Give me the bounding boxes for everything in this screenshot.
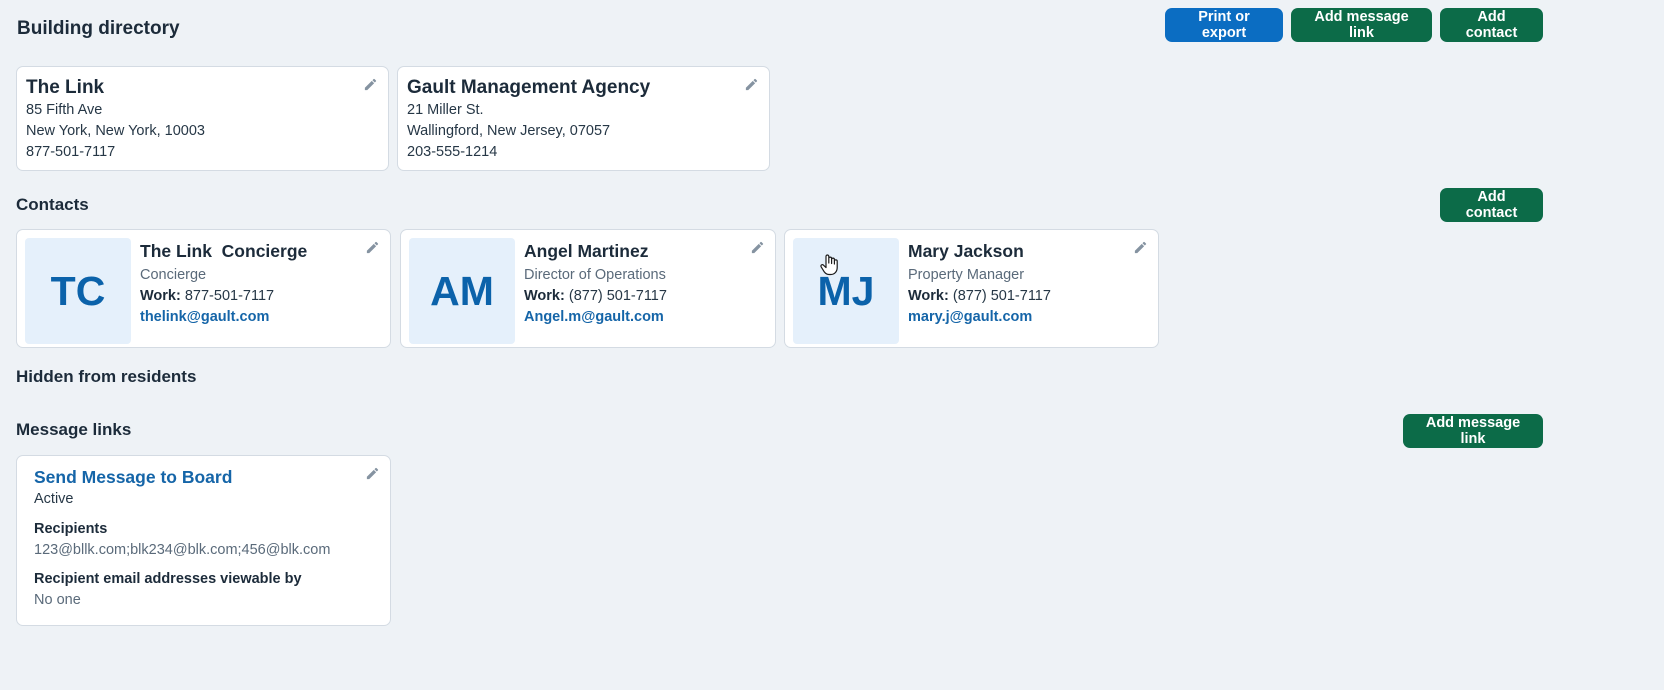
- viewable-by-label: Recipient email addresses viewable by: [34, 571, 302, 587]
- work-label: Work:: [524, 288, 565, 304]
- avatar: AM: [409, 238, 515, 344]
- contact-email-link[interactable]: thelink@gault.com: [140, 309, 269, 325]
- avatar: TC: [25, 238, 131, 344]
- pencil-icon[interactable]: [750, 240, 765, 255]
- message-links-section-title: Message links: [16, 420, 132, 439]
- organization-city-state-zip: Wallingford, New Jersey, 07057: [407, 123, 611, 139]
- add-message-link-button[interactable]: Add message link: [1291, 8, 1432, 42]
- contact-card: MJ Mary Jackson Property Manager Work: (…: [784, 229, 1159, 348]
- contact-card: TC The Link Concierge Concierge Work: 87…: [16, 229, 391, 348]
- add-contact-button[interactable]: Add contact: [1440, 8, 1543, 42]
- contact-name: Angel Martinez: [524, 241, 649, 261]
- work-phone-value: 877-501-7117: [184, 288, 275, 304]
- contact-email-link[interactable]: Angel.m@gault.com: [524, 309, 664, 325]
- organization-name: Gault Management Agency: [407, 77, 651, 98]
- contact-role: Director of Operations: [524, 267, 666, 283]
- page-title: Building directory: [17, 18, 180, 39]
- organization-address: 85 Fifth Ave: [26, 102, 103, 118]
- organization-card: The Link 85 Fifth Ave New York, New York…: [16, 66, 389, 171]
- contact-work-phone: Work: 877-501-7117: [140, 288, 274, 304]
- message-link-card: Send Message to Board Active Recipients …: [16, 455, 391, 626]
- contacts-section-title: Contacts: [16, 195, 89, 214]
- work-phone-value: (877) 501-7117: [952, 288, 1051, 304]
- organization-city-state-zip: New York, New York, 10003: [26, 123, 205, 139]
- message-link-status: Active: [34, 491, 74, 507]
- contact-work-phone: Work: (877) 501-7117: [524, 288, 667, 304]
- contact-name: The Link Concierge: [140, 241, 308, 261]
- organization-phone: 877-501-7117: [26, 144, 116, 160]
- organization-phone: 203-555-1214: [407, 144, 498, 160]
- contacts-add-contact-button[interactable]: Add contact: [1440, 188, 1543, 222]
- organization-name: The Link: [26, 77, 105, 98]
- contact-role: Property Manager: [908, 267, 1025, 283]
- pencil-icon[interactable]: [365, 466, 380, 481]
- contact-name: Mary Jackson: [908, 241, 1024, 261]
- contact-email-link[interactable]: mary.j@gault.com: [908, 309, 1032, 325]
- organization-address: 21 Miller St.: [407, 102, 484, 118]
- pencil-icon[interactable]: [1133, 240, 1148, 255]
- hidden-section-title: Hidden from residents: [16, 367, 197, 386]
- contact-card: AM Angel Martinez Director of Operations…: [400, 229, 776, 348]
- message-link-title[interactable]: Send Message to Board: [34, 467, 232, 488]
- work-phone-value: (877) 501-7117: [568, 288, 667, 304]
- contact-work-phone: Work: (877) 501-7117: [908, 288, 1051, 304]
- print-export-button[interactable]: Print or export: [1165, 8, 1283, 42]
- pencil-icon[interactable]: [363, 77, 378, 92]
- pencil-icon[interactable]: [744, 77, 759, 92]
- work-label: Work:: [908, 288, 949, 304]
- recipients-value: 123@bllk.com;blk234@blk.com;456@blk.com: [34, 542, 331, 558]
- viewable-by-value: No one: [34, 592, 81, 608]
- organization-card: Gault Management Agency 21 Miller St. Wa…: [397, 66, 770, 171]
- message-links-add-button[interactable]: Add message link: [1403, 414, 1543, 448]
- pencil-icon[interactable]: [365, 240, 380, 255]
- hand-cursor-icon: [820, 254, 838, 276]
- recipients-label: Recipients: [34, 521, 108, 537]
- contact-role: Concierge: [140, 267, 207, 283]
- avatar: MJ: [793, 238, 899, 344]
- work-label: Work:: [140, 288, 181, 304]
